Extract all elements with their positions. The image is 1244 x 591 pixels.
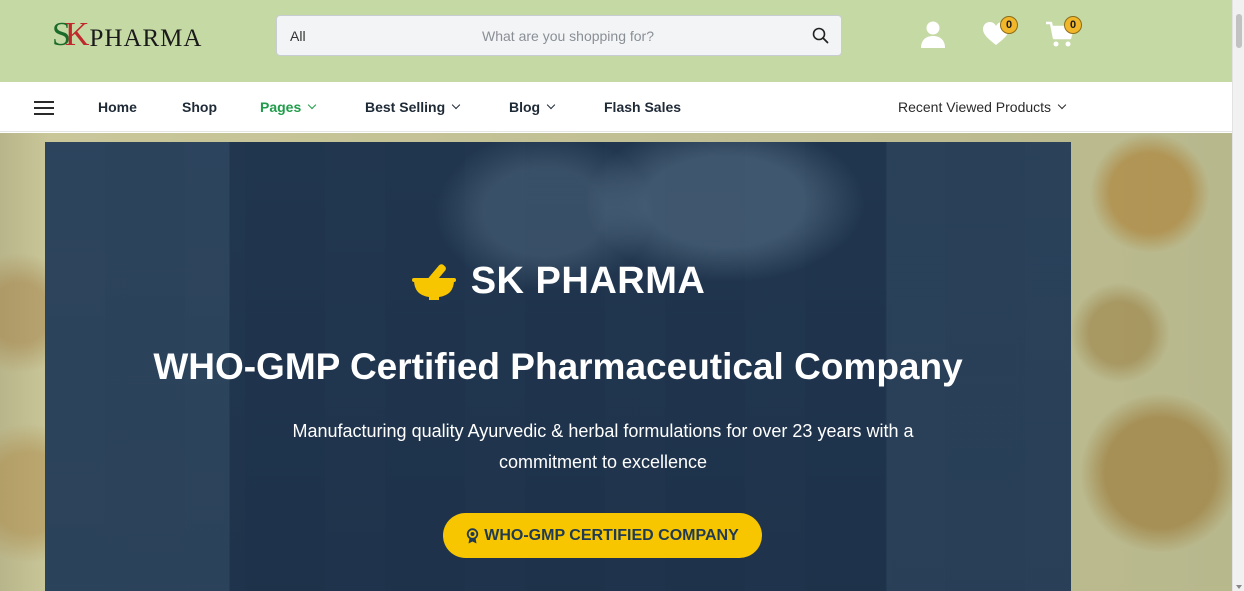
hamburger-menu-icon[interactable] <box>34 101 54 115</box>
search-bar: All <box>276 15 842 56</box>
hero-brand-name: SK PHARMA <box>470 260 706 302</box>
nav-item-flash-sales[interactable]: Flash Sales <box>604 99 681 115</box>
recent-viewed-products-dropdown[interactable]: Recent Viewed Products <box>898 99 1067 115</box>
header: SK PHARMA All 0 0 <box>0 0 1232 82</box>
wishlist-count-badge: 0 <box>1000 16 1018 34</box>
scrollbar-thumb[interactable] <box>1236 14 1242 48</box>
nav-item-home[interactable]: Home <box>98 99 137 115</box>
chevron-down-icon <box>546 100 556 110</box>
certified-company-button[interactable]: WHO-GMP CERTIFIED COMPANY <box>443 513 762 558</box>
chevron-down-icon <box>1057 100 1067 110</box>
account-button[interactable] <box>917 18 949 50</box>
main-navigation: Home Shop Pages Best Selling Blog Flash … <box>0 82 1232 132</box>
hero-brand: SK PHARMA <box>45 260 1071 303</box>
certified-company-label: WHO-GMP CERTIFIED COMPANY <box>484 526 739 544</box>
cart-count-badge: 0 <box>1064 16 1082 34</box>
logo-text: PHARMA <box>89 25 203 52</box>
nav-item-best-selling[interactable]: Best Selling <box>365 99 461 115</box>
search-icon <box>812 27 828 44</box>
site-logo[interactable]: SK PHARMA <box>52 16 202 52</box>
page-scrollbar[interactable] <box>1232 0 1244 591</box>
search-category-select[interactable]: All <box>277 28 337 44</box>
search-button[interactable] <box>799 16 841 55</box>
chevron-down-icon <box>451 100 461 110</box>
nav-item-blog[interactable]: Blog <box>509 99 556 115</box>
nav-item-shop[interactable]: Shop <box>182 99 217 115</box>
scroll-down-arrow-icon[interactable] <box>1236 585 1242 589</box>
logo-mark: SK <box>52 16 89 53</box>
award-icon <box>466 527 479 544</box>
mortar-pestle-icon <box>411 263 456 300</box>
hero-title: WHO-GMP Certified Pharmaceutical Company <box>153 346 963 387</box>
cart-button[interactable]: 0 <box>1044 16 1082 50</box>
hero-banner: SK PHARMA WHO-GMP Certified Pharmaceutic… <box>45 142 1071 591</box>
wishlist-button[interactable]: 0 <box>980 16 1018 50</box>
nav-item-pages[interactable]: Pages <box>260 99 317 115</box>
hero-subtitle: Manufacturing quality Ayurvedic & herbal… <box>292 421 914 472</box>
search-input[interactable] <box>337 16 799 55</box>
chevron-down-icon <box>308 100 317 110</box>
user-icon <box>921 21 945 48</box>
